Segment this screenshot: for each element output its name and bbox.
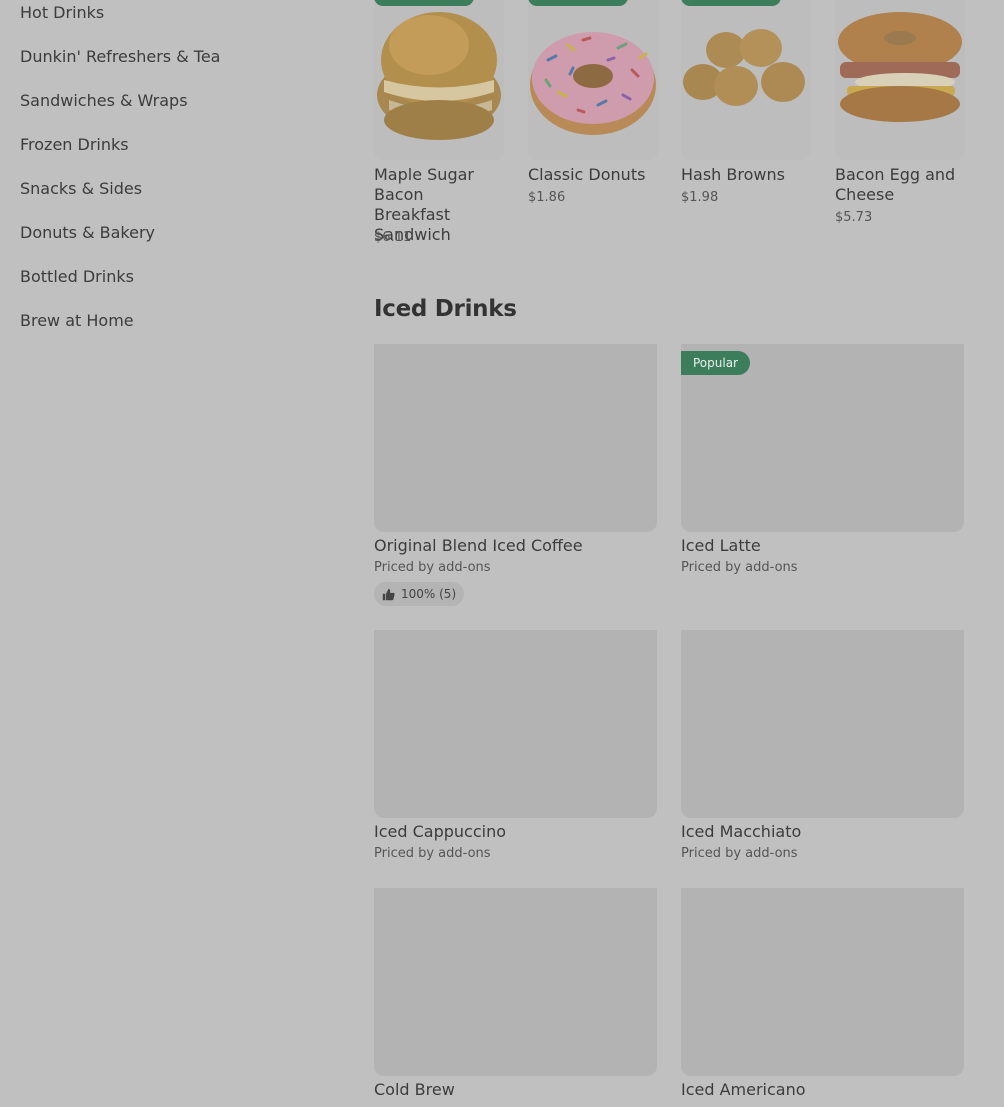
menu-item-card[interactable]: Iced Cappuccino Priced by add-ons [374, 630, 657, 870]
item-image-placeholder [374, 888, 657, 1076]
item-name: Hash Browns [681, 165, 785, 184]
croissant-sandwich-image [374, 0, 504, 160]
popular-badge: Popular [681, 351, 750, 375]
sidebar-item-frozen-drinks[interactable]: Frozen Drinks [20, 135, 129, 154]
item-image-placeholder [681, 888, 964, 1076]
item-price-note: Priced by add-ons [374, 846, 491, 861]
bagel-sandwich-image [835, 0, 965, 160]
item-name: Iced Americano [681, 1080, 806, 1099]
rating-text: 100% (5) [401, 587, 457, 601]
item-price-note: Priced by add-ons [681, 846, 798, 861]
item-image-placeholder [374, 344, 657, 532]
item-price-note: Priced by add-ons [681, 560, 798, 575]
item-price-note: Priced by add-ons [374, 560, 491, 575]
sidebar-item-refreshers-tea[interactable]: Dunkin' Refreshers & Tea [20, 47, 220, 66]
item-name: Bacon Egg and Cheese [835, 165, 956, 204]
thumbs-up-icon [382, 588, 395, 600]
item-name: Classic Donuts [528, 165, 646, 184]
menu-item-card[interactable]: Original Blend Iced Coffee Priced by add… [374, 344, 657, 606]
sidebar-item-bottled-drinks[interactable]: Bottled Drinks [20, 267, 134, 286]
menu-item-card[interactable]: Iced Americano [681, 888, 964, 1107]
item-price: $1.98 [681, 190, 719, 205]
hash-browns-image [681, 0, 811, 160]
item-name: Cold Brew [374, 1080, 455, 1099]
item-price: $6.11 [374, 230, 412, 245]
item-name: Iced Macchiato [681, 822, 802, 841]
item-name: Original Blend Iced Coffee [374, 536, 583, 555]
sidebar-item-sandwiches-wraps[interactable]: Sandwiches & Wraps [20, 91, 188, 110]
item-image-placeholder [681, 630, 964, 818]
featured-badge [681, 0, 781, 6]
menu-item-card[interactable]: Popular Iced Latte Priced by add-ons [681, 344, 964, 584]
sidebar-item-snacks-sides[interactable]: Snacks & Sides [20, 179, 142, 198]
section-title: Iced Drinks [374, 296, 517, 322]
menu-page: Hot Drinks Dunkin' Refreshers & Tea Sand… [0, 0, 1004, 1107]
rating-badge: 100% (5) [374, 582, 465, 606]
sidebar-item-brew-at-home[interactable]: Brew at Home [20, 311, 134, 330]
item-price: $5.73 [835, 210, 873, 225]
menu-item-card[interactable]: Cold Brew [374, 888, 657, 1107]
sprinkle-donut-image [528, 0, 658, 160]
sidebar-item-hot-drinks[interactable]: Hot Drinks [20, 3, 104, 22]
sidebar-item-donuts-bakery[interactable]: Donuts & Bakery [20, 223, 155, 242]
menu-item-card[interactable]: Iced Macchiato Priced by add-ons [681, 630, 964, 870]
featured-badge [528, 0, 628, 6]
item-price: $1.86 [528, 190, 566, 205]
item-image-placeholder [374, 630, 657, 818]
item-name: Iced Latte [681, 536, 761, 555]
item-name: Iced Cappuccino [374, 822, 506, 841]
featured-badge [374, 0, 474, 6]
